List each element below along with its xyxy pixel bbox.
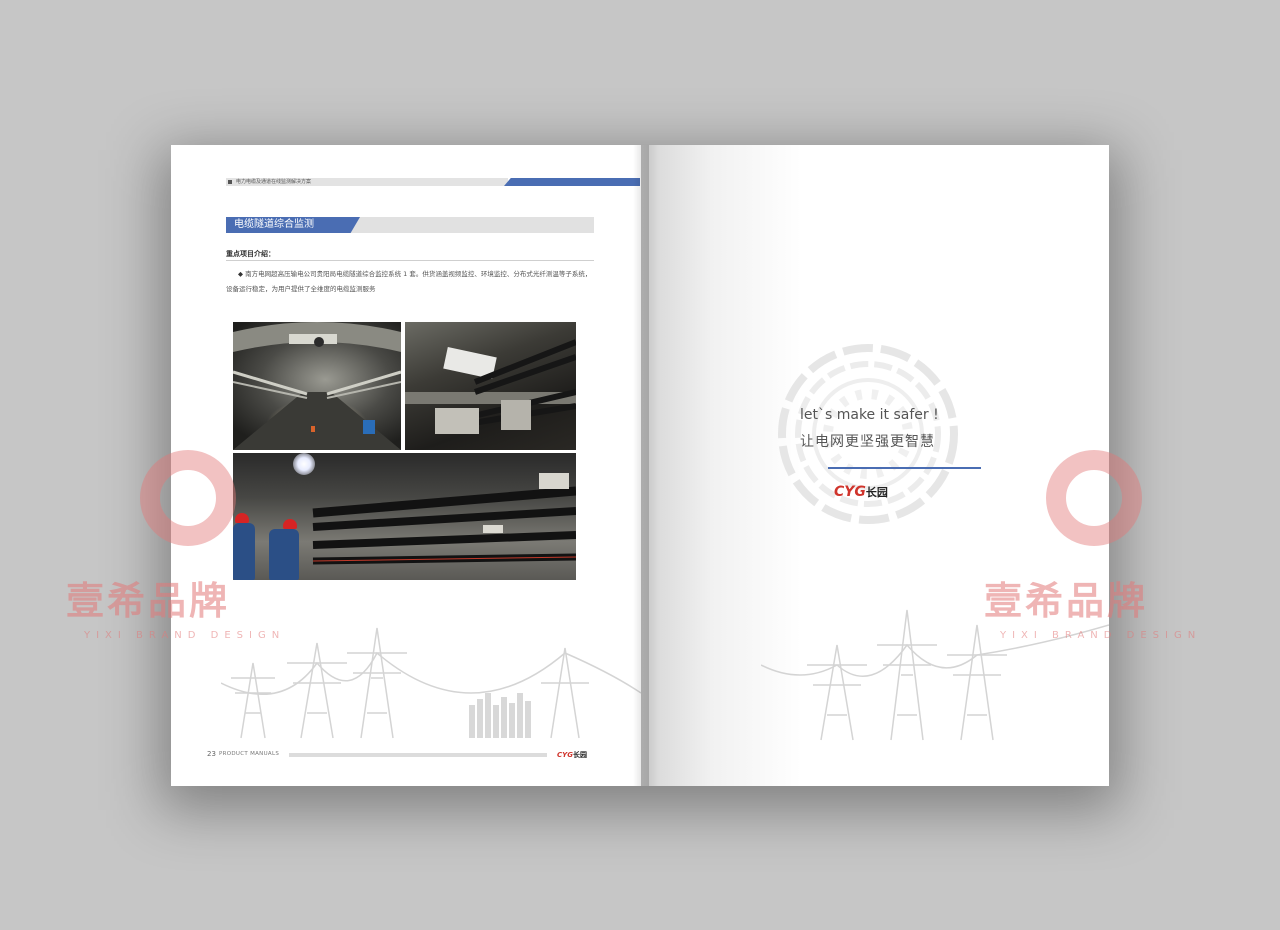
bullet-diamond-icon: ◆ — [238, 270, 243, 278]
page-number: 23 — [207, 750, 216, 758]
header-text: 电力电缆及通道在线监测解决方案 — [236, 179, 312, 185]
slogan-divider — [828, 467, 981, 469]
worker-helmet-icon — [235, 513, 249, 523]
footer-logo: CYG长园 — [557, 750, 587, 760]
worker-figure — [233, 523, 255, 580]
brand-logo: CYG长园 — [834, 484, 888, 500]
cable-tray-photo — [405, 322, 576, 450]
header-blue-strip — [504, 178, 640, 186]
subtitle-divider — [226, 260, 594, 261]
workers-photo — [233, 453, 576, 580]
project-subtitle: 重点项目介绍： — [226, 250, 275, 258]
worker-figure — [269, 529, 299, 580]
footer-logo-cn: 长园 — [572, 751, 587, 759]
section-title-bar: 电缆隧道综合监测 — [226, 217, 594, 233]
book-spine-shadow — [633, 145, 649, 786]
footer-label: PRODUCT MANUALS — [219, 751, 280, 757]
slogan-english: let`s make it safer ! — [800, 407, 939, 423]
tower-illustration-right — [761, 609, 1109, 741]
brand-logo-latin: CYG — [834, 484, 866, 500]
tower-illustration — [221, 627, 641, 739]
paragraph-text: 南方电网超高压输电公司贵阳局电缆隧道综合监控系统 1 套。供货涵盖视频监控、环境… — [226, 270, 592, 293]
brand-logo-cn: 长园 — [865, 486, 888, 499]
left-page: 电力电缆及通道在线监测解决方案 电缆隧道综合监测 重点项目介绍： ◆ 南方电网超… — [171, 145, 641, 786]
tunnel-photo — [233, 322, 401, 450]
project-paragraph: ◆ 南方电网超高压输电公司贵阳局电缆隧道综合监控系统 1 套。供货涵盖视频监控、… — [226, 267, 594, 297]
brochure-spread: 电力电缆及通道在线监测解决方案 电缆隧道综合监测 重点项目介绍： ◆ 南方电网超… — [171, 145, 1109, 786]
right-page: let`s make it safer ! 让电网更坚强更智慧 CYG长园 — [641, 145, 1109, 786]
worker-helmet-icon — [283, 519, 297, 529]
footer-bar — [289, 753, 547, 757]
section-title: 电缆隧道综合监测 — [234, 219, 314, 230]
footer-logo-latin: CYG — [557, 751, 573, 759]
slogan-chinese: 让电网更坚强更智慧 — [800, 434, 935, 450]
page-header-bar: 电力电缆及通道在线监测解决方案 — [226, 178, 640, 186]
header-square-icon — [228, 180, 232, 184]
